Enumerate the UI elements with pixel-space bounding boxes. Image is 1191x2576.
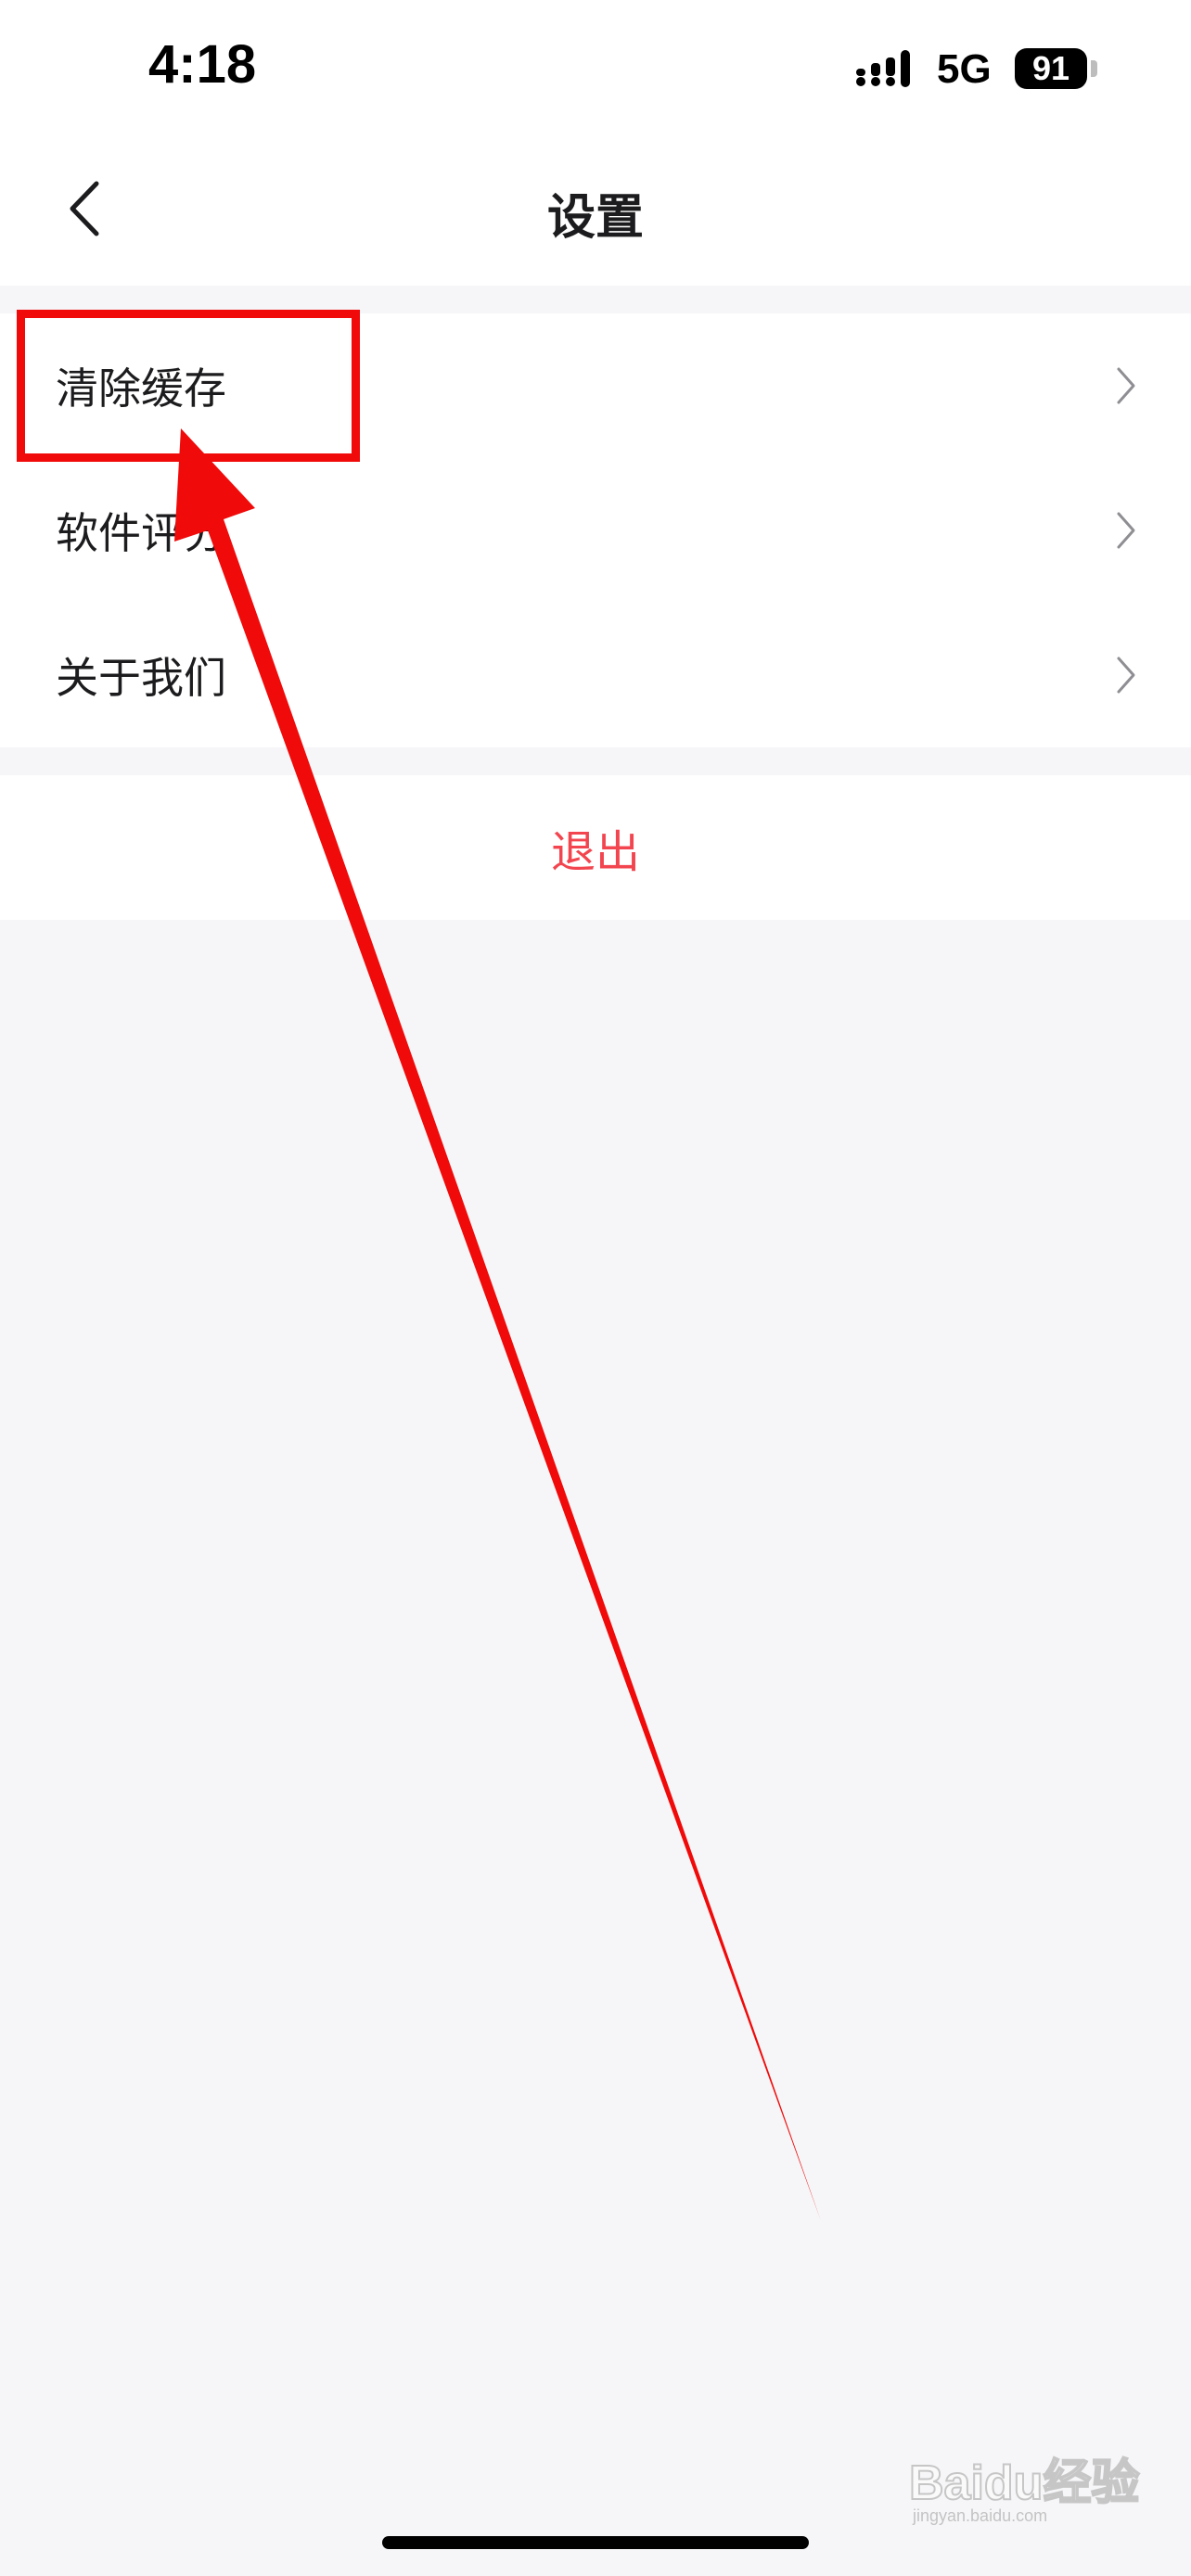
chevron-right-icon (1117, 367, 1135, 404)
network-type: 5G (937, 46, 992, 92)
chevron-left-icon (70, 181, 99, 236)
battery-cap (1091, 60, 1097, 77)
nav-bar: 设置 (0, 139, 1191, 286)
chevron-right-icon (1117, 657, 1135, 694)
logout-section: 退出 (0, 775, 1191, 920)
list-item-label: 关于我们 (56, 653, 226, 703)
cellular-signal-icon (856, 50, 910, 87)
logout-button[interactable]: 退出 (0, 775, 1191, 920)
battery-level: 91 (1031, 49, 1070, 87)
baidu-watermark: Baidu经验 jingyan.baidu.com (908, 2443, 1150, 2525)
battery-icon: 91 (1015, 48, 1087, 89)
page-title: 设置 (546, 189, 644, 246)
annotation-highlight-box (17, 310, 360, 462)
watermark-brand: Baidu经验 (908, 2455, 1140, 2511)
list-item-about-us[interactable]: 关于我们 (0, 603, 1191, 747)
home-indicator[interactable] (382, 2536, 809, 2549)
status-bar: 4:18 5G 91 (0, 0, 1191, 139)
list-item-label: 软件评分 (56, 508, 226, 558)
list-item-rate-app[interactable]: 软件评分 (0, 458, 1191, 603)
status-time: 4:18 (148, 34, 257, 95)
back-button[interactable] (56, 158, 148, 260)
chevron-right-icon (1117, 512, 1135, 549)
watermark-sub: jingyan.baidu.com (913, 2506, 1048, 2525)
